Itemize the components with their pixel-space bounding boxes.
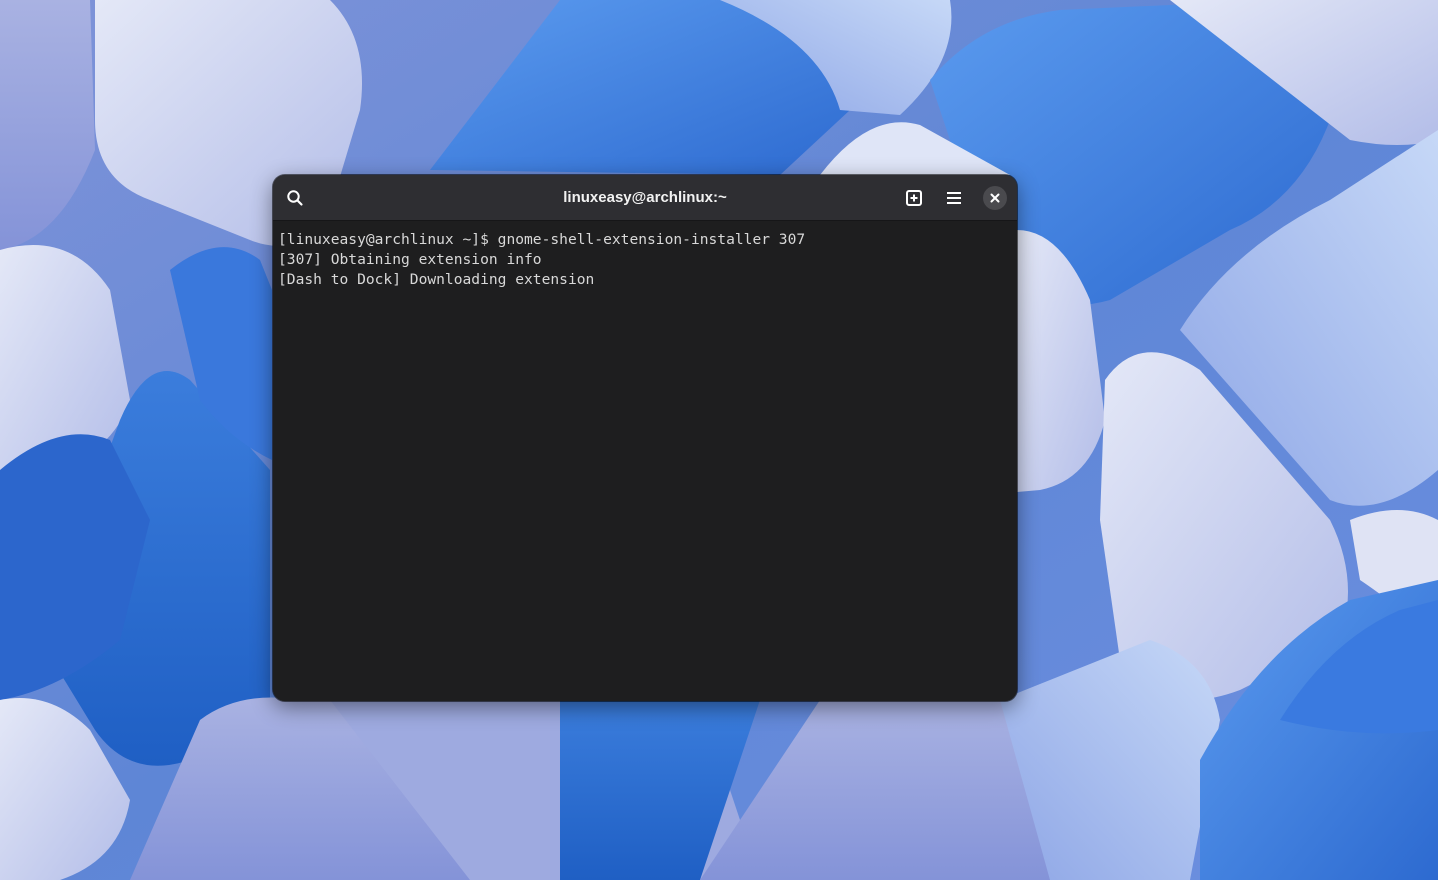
- terminal-window: linuxeasy@archlinux:~ [linuxeasy@archlin…: [273, 175, 1017, 701]
- search-button[interactable]: [279, 182, 311, 214]
- hamburger-menu-icon: [945, 189, 963, 207]
- close-button[interactable]: [983, 186, 1007, 210]
- search-icon: [286, 189, 304, 207]
- terminal-output[interactable]: [linuxeasy@archlinux ~]$ gnome-shell-ext…: [273, 221, 1017, 701]
- new-tab-button[interactable]: [898, 182, 930, 214]
- main-menu-button[interactable]: [938, 182, 970, 214]
- terminal-line: [linuxeasy@archlinux ~]$ gnome-shell-ext…: [278, 231, 806, 248]
- window-headerbar[interactable]: linuxeasy@archlinux:~: [273, 175, 1017, 221]
- terminal-line: [307] Obtaining extension info: [278, 251, 542, 268]
- terminal-line: [Dash to Dock] Downloading extension: [278, 271, 595, 288]
- close-icon: [990, 193, 1000, 203]
- new-tab-icon: [905, 189, 923, 207]
